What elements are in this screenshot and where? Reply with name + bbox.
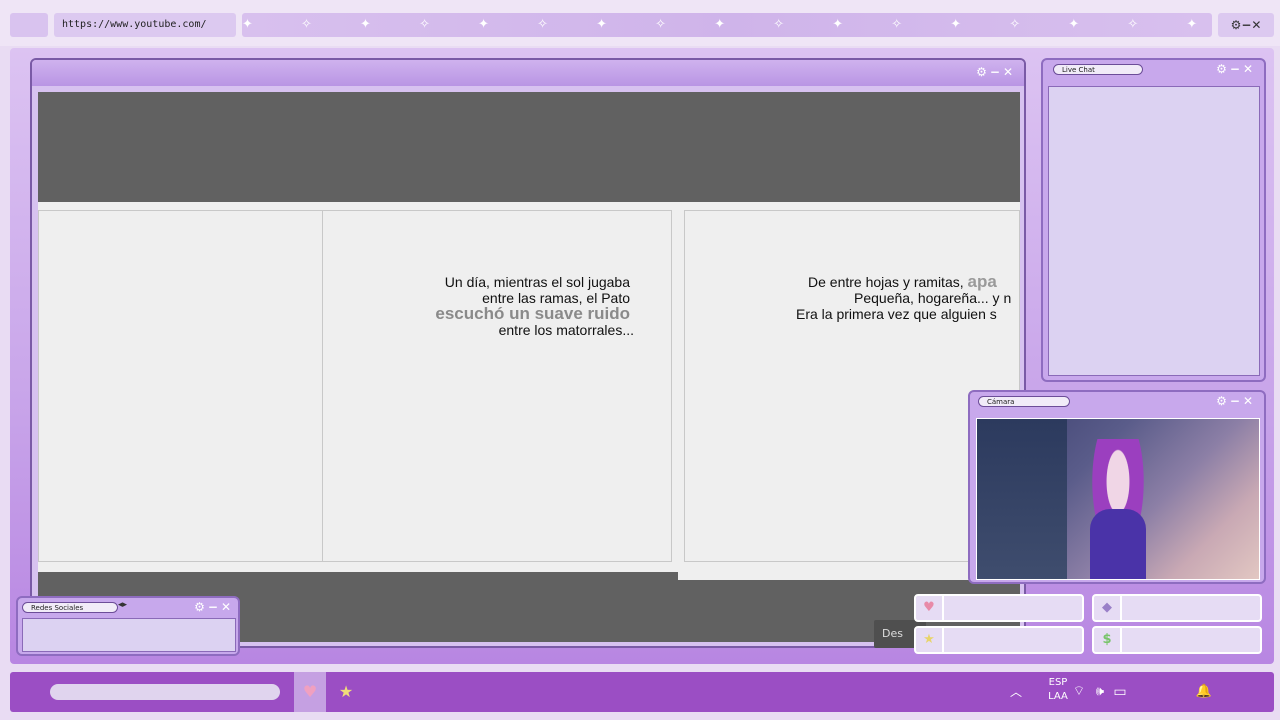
story-line: Pequeña, hogareña... y n: [854, 290, 1012, 306]
social-button-dollar[interactable]: $: [1092, 626, 1262, 654]
star-icon[interactable]: ★: [330, 672, 362, 712]
social-button-star[interactable]: ★: [914, 626, 1084, 654]
taskbar-search[interactable]: [50, 684, 280, 700]
story-line: De entre hojas y ramitas,: [808, 274, 968, 290]
social-nav-arrows[interactable]: ◂▸: [118, 600, 127, 610]
live-chat-area[interactable]: [1048, 86, 1260, 376]
story-highlight: escuchó un suave ruido: [435, 304, 630, 323]
main-window-header: ⚙−✕: [32, 60, 1024, 86]
heart-icon: ♥: [916, 596, 944, 620]
story-line: Era la primera vez que alguien s: [796, 306, 997, 322]
star-icon: ★: [916, 628, 944, 652]
live-chat-title: Live Chat: [1053, 64, 1143, 75]
url-bar[interactable]: https://www.youtube.com/: [54, 13, 236, 37]
taskbar: ♥ ★ ︿ ESP LAA ⌔ 🕪 ▭ 🔔: [10, 672, 1274, 712]
story-line: Un día, mientras el sol jugaba: [444, 274, 630, 290]
chevron-up-icon[interactable]: ︿: [1006, 672, 1026, 712]
notification-bell-icon[interactable]: 🔔: [1194, 672, 1214, 712]
camera-controls[interactable]: ⚙−✕: [1216, 394, 1256, 408]
battery-icon[interactable]: ▭: [1110, 672, 1130, 712]
live-chat-window: Live Chat ⚙−✕: [1041, 58, 1266, 382]
sparkle-decoration: ✦ ✧ ✦ ✧ ✦ ✧ ✦ ✧ ✦ ✧ ✦ ✧ ✦ ✧ ✦ ✧ ✦ ✧ ✦ ✧ …: [242, 13, 1212, 37]
live-chat-controls[interactable]: ⚙−✕: [1216, 62, 1256, 76]
avatar-body: [1090, 509, 1146, 579]
camera-window: Cámara ⚙−✕: [968, 390, 1266, 584]
social-content: [22, 618, 236, 652]
main-window-controls[interactable]: ⚙−✕: [976, 65, 1016, 79]
browser-window-controls[interactable]: ⚙−✕: [1218, 13, 1274, 37]
heart-icon[interactable]: ♥: [294, 672, 326, 712]
page-panel-left: [38, 210, 323, 562]
diamond-icon: ◆: [1094, 596, 1122, 620]
story-text-right: De entre hojas y ramitas, apa Pequeña, h…: [678, 274, 1020, 322]
book-page-left: Un día, mientras el sol jugaba entre las…: [38, 202, 678, 572]
room-window: [977, 419, 1067, 579]
dollar-icon: $: [1094, 628, 1122, 652]
camera-feed: [976, 418, 1260, 580]
social-window: Redes Sociales ◂▸ ⚙−✕: [16, 596, 240, 656]
social-button-heart[interactable]: ♥: [914, 594, 1084, 622]
page-panel-text: [322, 210, 672, 562]
browser-tab-button[interactable]: [10, 13, 48, 37]
story-highlight: apa: [967, 274, 997, 291]
social-controls[interactable]: ⚙−✕: [194, 600, 234, 614]
volume-icon[interactable]: 🕪: [1090, 672, 1110, 712]
main-window: ⚙−✕ Un día, mientras el sol jugaba entre…: [30, 58, 1026, 648]
social-title: Redes Sociales: [22, 602, 118, 613]
browser-top-bar: https://www.youtube.com/ ✦ ✧ ✦ ✧ ✦ ✧ ✦ ✧…: [0, 0, 1280, 46]
story-line: entre los matorrales...: [498, 322, 634, 338]
social-button-diamond[interactable]: ◆: [1092, 594, 1262, 622]
camera-title: Cámara: [978, 396, 1070, 407]
video-player[interactable]: Un día, mientras el sol jugaba entre las…: [38, 92, 1020, 648]
story-text-left: Un día, mientras el sol jugaba entre las…: [398, 274, 634, 338]
wifi-icon[interactable]: ⌔: [1070, 672, 1088, 712]
